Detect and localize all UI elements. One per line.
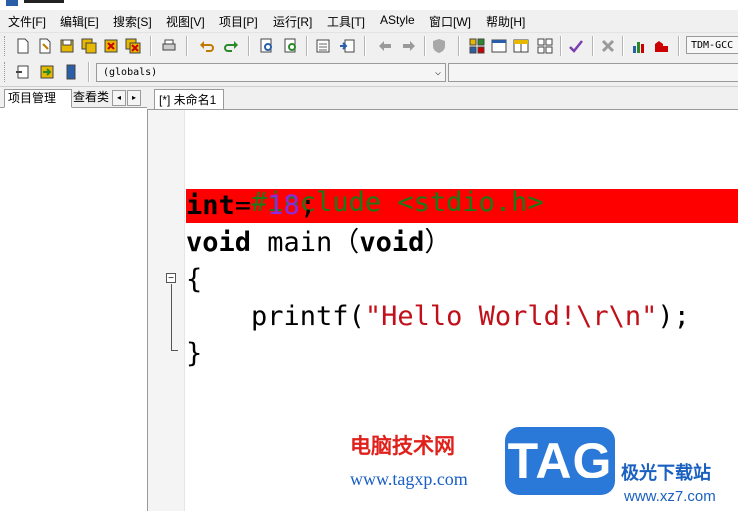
menu-astyle[interactable]: AStyle: [380, 13, 415, 27]
title-bar: [0, 0, 738, 8]
back-icon[interactable]: [376, 37, 394, 55]
fold-collapse-icon[interactable]: −: [166, 273, 176, 284]
tab-class-view[interactable]: 查看类: [70, 89, 116, 106]
toolbar-separator: [150, 36, 152, 56]
code-line-4: {: [186, 263, 202, 297]
delete-icon[interactable]: [599, 37, 617, 55]
code-line-6: }: [186, 337, 202, 371]
scope-select[interactable]: (globals) ⌵: [96, 63, 446, 82]
code-line-3: void main（void）: [186, 226, 451, 260]
chevron-down-icon[interactable]: ⌵: [435, 64, 441, 81]
close-all-icon[interactable]: [124, 37, 142, 55]
scope-select-value: (globals): [103, 67, 158, 78]
function-call: printf(: [186, 301, 365, 332]
paren: ）: [424, 227, 452, 258]
toolbar-separator: [88, 62, 90, 82]
menu-help[interactable]: 帮助[H]: [486, 13, 525, 30]
save-icon[interactable]: [58, 37, 76, 55]
profile-icon[interactable]: [652, 37, 670, 55]
menu-view[interactable]: 视图[V]: [166, 13, 205, 30]
call-end: );: [657, 301, 690, 332]
toolbar-separator: [678, 36, 680, 56]
secondary-toolbar: (globals) ⌵: [0, 58, 738, 87]
menu-search[interactable]: 搜索[S]: [113, 13, 152, 30]
number-literal: 18: [267, 190, 300, 221]
app-icon: [6, 0, 18, 6]
menu-project[interactable]: 项目[P]: [219, 13, 258, 30]
keyword: void: [359, 227, 425, 258]
compiler-select[interactable]: TDM-GCC: [686, 36, 738, 54]
undo-icon[interactable]: [198, 37, 216, 55]
keyword: void: [186, 227, 252, 258]
identifier: main（: [251, 227, 360, 258]
semicolon: ;: [299, 190, 317, 221]
menu-tools[interactable]: 工具[T]: [327, 13, 365, 30]
new-file-icon[interactable]: [14, 37, 32, 55]
tab-scroll-left-icon[interactable]: ◂: [112, 90, 126, 106]
watermark-site-url-2: www.xz7.com: [624, 488, 716, 505]
brace-open: {: [186, 264, 203, 295]
member-select[interactable]: [448, 63, 738, 82]
goto-line-icon[interactable]: [314, 37, 332, 55]
toolbar-grip: [4, 62, 8, 82]
tab-scroll-right-icon[interactable]: ▸: [127, 90, 141, 106]
editor-gutter: [148, 110, 185, 511]
insert-icon[interactable]: [14, 63, 32, 81]
menu-edit[interactable]: 编辑[E]: [60, 13, 99, 30]
fold-guide-end: [171, 350, 178, 351]
toolbar-separator: [248, 36, 250, 56]
menu-bar: 文件[F] 编辑[E] 搜索[S] 视图[V] 项目[P] 运行[R] 工具[T…: [0, 10, 738, 32]
brace-close: }: [186, 338, 203, 369]
left-panel-tabs: 项目管理 查看类 ◂ ▸: [0, 87, 147, 108]
code-line-2: int= 18;: [186, 189, 316, 223]
print-icon[interactable]: [160, 37, 178, 55]
editor-tab-bar: [*] 未命名1: [147, 87, 738, 110]
tab-project-manager[interactable]: 项目管理: [4, 89, 72, 108]
replace-icon[interactable]: [282, 37, 300, 55]
watermark-site-name: 电脑技术网: [350, 434, 455, 458]
toolbar-separator: [424, 36, 426, 56]
layout-grid-icon[interactable]: [468, 37, 486, 55]
bookmark-icon[interactable]: [62, 63, 80, 81]
goto-bookmark-icon[interactable]: [338, 37, 356, 55]
toolbar-grip: [4, 36, 8, 56]
forward-icon[interactable]: [400, 37, 418, 55]
string-literal: "Hello World!\r\n": [364, 301, 658, 332]
open-file-icon[interactable]: [36, 37, 54, 55]
code-line-1: #include <stdio.h>: [186, 152, 544, 218]
menu-window[interactable]: 窗口[W]: [429, 13, 471, 30]
save-all-icon[interactable]: [80, 37, 98, 55]
toolbar-separator: [622, 36, 624, 56]
toolbar-separator: [592, 36, 594, 56]
operator: =: [234, 190, 268, 221]
window-split-icon[interactable]: [512, 37, 530, 55]
menu-run[interactable]: 运行[R]: [273, 13, 312, 30]
left-panel: 项目管理 查看类 ◂ ▸: [0, 87, 148, 511]
toolbar-separator: [458, 36, 460, 56]
chart-icon[interactable]: [630, 37, 648, 55]
toolbar-separator: [364, 36, 366, 56]
shield-icon[interactable]: [430, 37, 448, 55]
code-line-5: printf("Hello World!\r\n");: [186, 300, 690, 334]
window-icon[interactable]: [490, 37, 508, 55]
keyword: int: [186, 190, 235, 221]
tile-icon[interactable]: [536, 37, 554, 55]
watermark-site-name-2: 极光下载站: [621, 463, 711, 484]
check-syntax-icon[interactable]: [567, 37, 585, 55]
redo-icon[interactable]: [222, 37, 240, 55]
toolbar-separator: [186, 36, 188, 56]
watermark-site-url: www.tagxp.com: [350, 469, 468, 489]
toolbar-separator: [306, 36, 308, 56]
toolbar-separator: [560, 36, 562, 56]
editor-tab-untitled[interactable]: [*] 未命名1: [154, 89, 224, 109]
fold-guide-line: [171, 284, 172, 350]
close-file-icon[interactable]: [102, 37, 120, 55]
find-icon[interactable]: [258, 37, 276, 55]
class-browser-icon[interactable]: [38, 63, 56, 81]
watermark-logo-tail: [585, 478, 605, 494]
menu-file[interactable]: 文件[F]: [8, 13, 46, 30]
title-text-fragment: [24, 0, 64, 3]
main-toolbar: TDM-GCC: [0, 32, 738, 59]
